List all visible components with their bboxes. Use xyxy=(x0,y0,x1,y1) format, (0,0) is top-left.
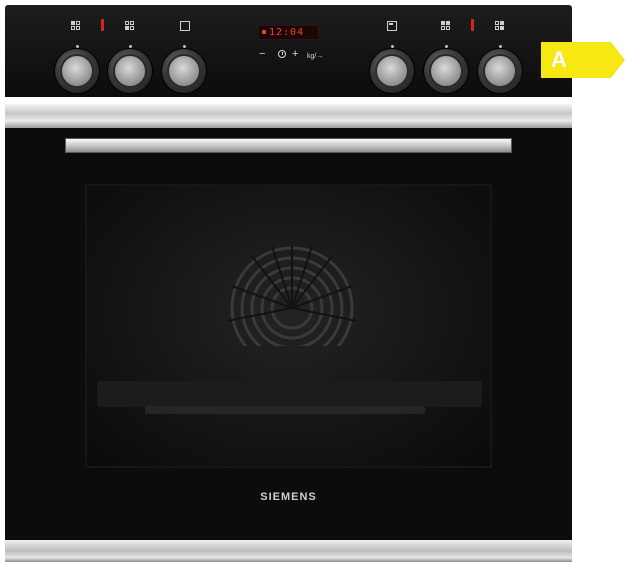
hob-knob[interactable] xyxy=(424,49,468,93)
hob-zone-icon xyxy=(71,21,81,31)
oven-door[interactable]: SIEMENS xyxy=(5,128,572,540)
door-handle[interactable] xyxy=(65,138,512,153)
hob-knob[interactable] xyxy=(478,49,522,93)
baking-tray xyxy=(97,381,482,407)
weight-button[interactable]: kg/→ xyxy=(307,51,323,63)
heat-indicator xyxy=(101,19,104,31)
brand-logo: SIEMENS xyxy=(260,491,317,503)
temperature-knob[interactable] xyxy=(370,49,414,93)
energy-class-letter: A xyxy=(551,47,567,72)
knob-marker xyxy=(445,45,448,48)
steel-trim-top xyxy=(5,104,572,128)
knob-marker xyxy=(183,45,186,48)
knob-marker xyxy=(129,45,132,48)
oven-window xyxy=(85,184,492,468)
knob-marker xyxy=(391,45,394,48)
oven-mode-icon xyxy=(180,21,190,31)
clock-display: 12:04 xyxy=(258,25,319,40)
fan-icon xyxy=(227,246,357,346)
oven: 12:04 − + kg/→ SIEMENS xyxy=(5,5,572,562)
oven-function-knob[interactable] xyxy=(162,49,206,93)
temperature-mode-icon xyxy=(387,21,397,31)
oven-rack xyxy=(145,406,425,414)
control-panel: 12:04 − + kg/→ xyxy=(5,5,572,97)
knob-marker xyxy=(499,45,502,48)
heat-indicator xyxy=(471,19,474,31)
plus-button[interactable]: + xyxy=(292,48,298,60)
minus-button[interactable]: − xyxy=(259,48,265,60)
display-readout: 12:04 xyxy=(269,27,305,38)
hob-knob[interactable] xyxy=(108,49,152,93)
knob-marker xyxy=(76,45,79,48)
display-indicator-icon xyxy=(262,30,266,34)
hob-zone-icon xyxy=(125,21,135,31)
hob-knob[interactable] xyxy=(55,49,99,93)
clock-icon[interactable] xyxy=(278,50,286,58)
steel-trim-bottom xyxy=(5,540,572,562)
energy-class-badge: A xyxy=(541,42,627,78)
hob-zone-icon xyxy=(495,21,505,31)
hob-zone-icon xyxy=(441,21,451,31)
